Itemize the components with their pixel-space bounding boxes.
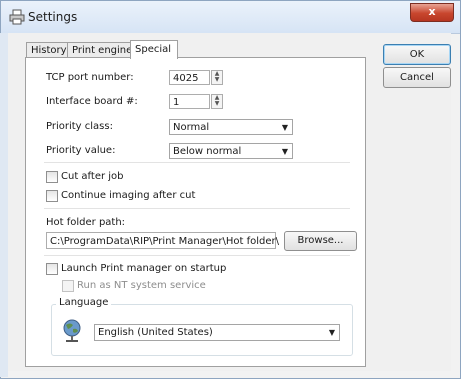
spin-down-icon[interactable]: ▼: [212, 77, 222, 83]
chevron-down-icon: ▼: [281, 123, 288, 132]
chevron-down-icon: ▼: [281, 147, 288, 156]
launch-on-startup-checkbox[interactable]: [46, 263, 58, 275]
priority-class-value: Normal: [173, 122, 210, 133]
separator: [44, 208, 350, 209]
tab-history-label: History: [31, 45, 67, 56]
tab-history[interactable]: History: [26, 42, 68, 58]
window-frame-edge: [0, 33, 8, 377]
tcp-port-spinner[interactable]: ▲ ▼: [211, 70, 223, 85]
language-group-title: Language: [56, 297, 112, 308]
priority-value-select[interactable]: Below normal ▼: [169, 143, 293, 159]
cancel-button[interactable]: Cancel: [383, 67, 451, 88]
globe-icon: [63, 319, 81, 342]
tcp-port-label: TCP port number:: [46, 72, 134, 83]
priority-class-label: Priority class:: [46, 121, 113, 132]
cut-after-job-checkbox[interactable]: [46, 171, 58, 183]
cut-after-job-label[interactable]: Cut after job: [61, 171, 124, 182]
interface-board-label: Interface board #:: [46, 96, 138, 107]
interface-board-input[interactable]: 1: [169, 94, 210, 109]
continue-imaging-checkbox[interactable]: [46, 190, 58, 202]
browse-button[interactable]: Browse...: [284, 231, 357, 251]
hot-folder-input[interactable]: C:\ProgramData\RIP\Print Manager\Hot fol…: [46, 232, 279, 249]
tab-special-label: Special: [135, 44, 172, 55]
priority-value-label: Priority value:: [46, 145, 116, 156]
ok-button-label: OK: [409, 49, 425, 60]
run-as-service-label: Run as NT system service: [77, 280, 206, 291]
run-as-service-checkbox: [62, 280, 74, 292]
separator: [44, 162, 350, 163]
tab-special[interactable]: Special: [130, 40, 178, 59]
priority-class-select[interactable]: Normal ▼: [169, 119, 293, 135]
close-icon: x: [428, 5, 436, 18]
printer-icon: [9, 9, 25, 25]
window-title: Settings: [28, 10, 78, 24]
language-value: English (United States): [98, 327, 213, 338]
chevron-down-icon: ▼: [328, 328, 335, 337]
spin-down-icon[interactable]: ▼: [212, 101, 222, 107]
launch-on-startup-label[interactable]: Launch Print manager on startup: [61, 263, 226, 274]
hot-folder-label: Hot folder path:: [46, 217, 126, 228]
separator: [44, 255, 350, 256]
tab-print-engine-label: Print engine: [72, 45, 133, 56]
continue-imaging-label[interactable]: Continue imaging after cut: [61, 190, 195, 201]
cancel-button-label: Cancel: [400, 72, 434, 83]
tcp-port-input[interactable]: 4025: [169, 70, 210, 85]
ok-button[interactable]: OK: [383, 44, 451, 65]
browse-button-label: Browse...: [297, 235, 344, 246]
title-bar: Settings x: [1, 1, 460, 34]
language-select[interactable]: English (United States) ▼: [94, 324, 340, 341]
priority-value-value: Below normal: [173, 146, 242, 157]
interface-board-spinner[interactable]: ▲ ▼: [211, 94, 223, 109]
tab-print-engine[interactable]: Print engine: [67, 42, 133, 58]
close-button[interactable]: x: [410, 3, 454, 22]
